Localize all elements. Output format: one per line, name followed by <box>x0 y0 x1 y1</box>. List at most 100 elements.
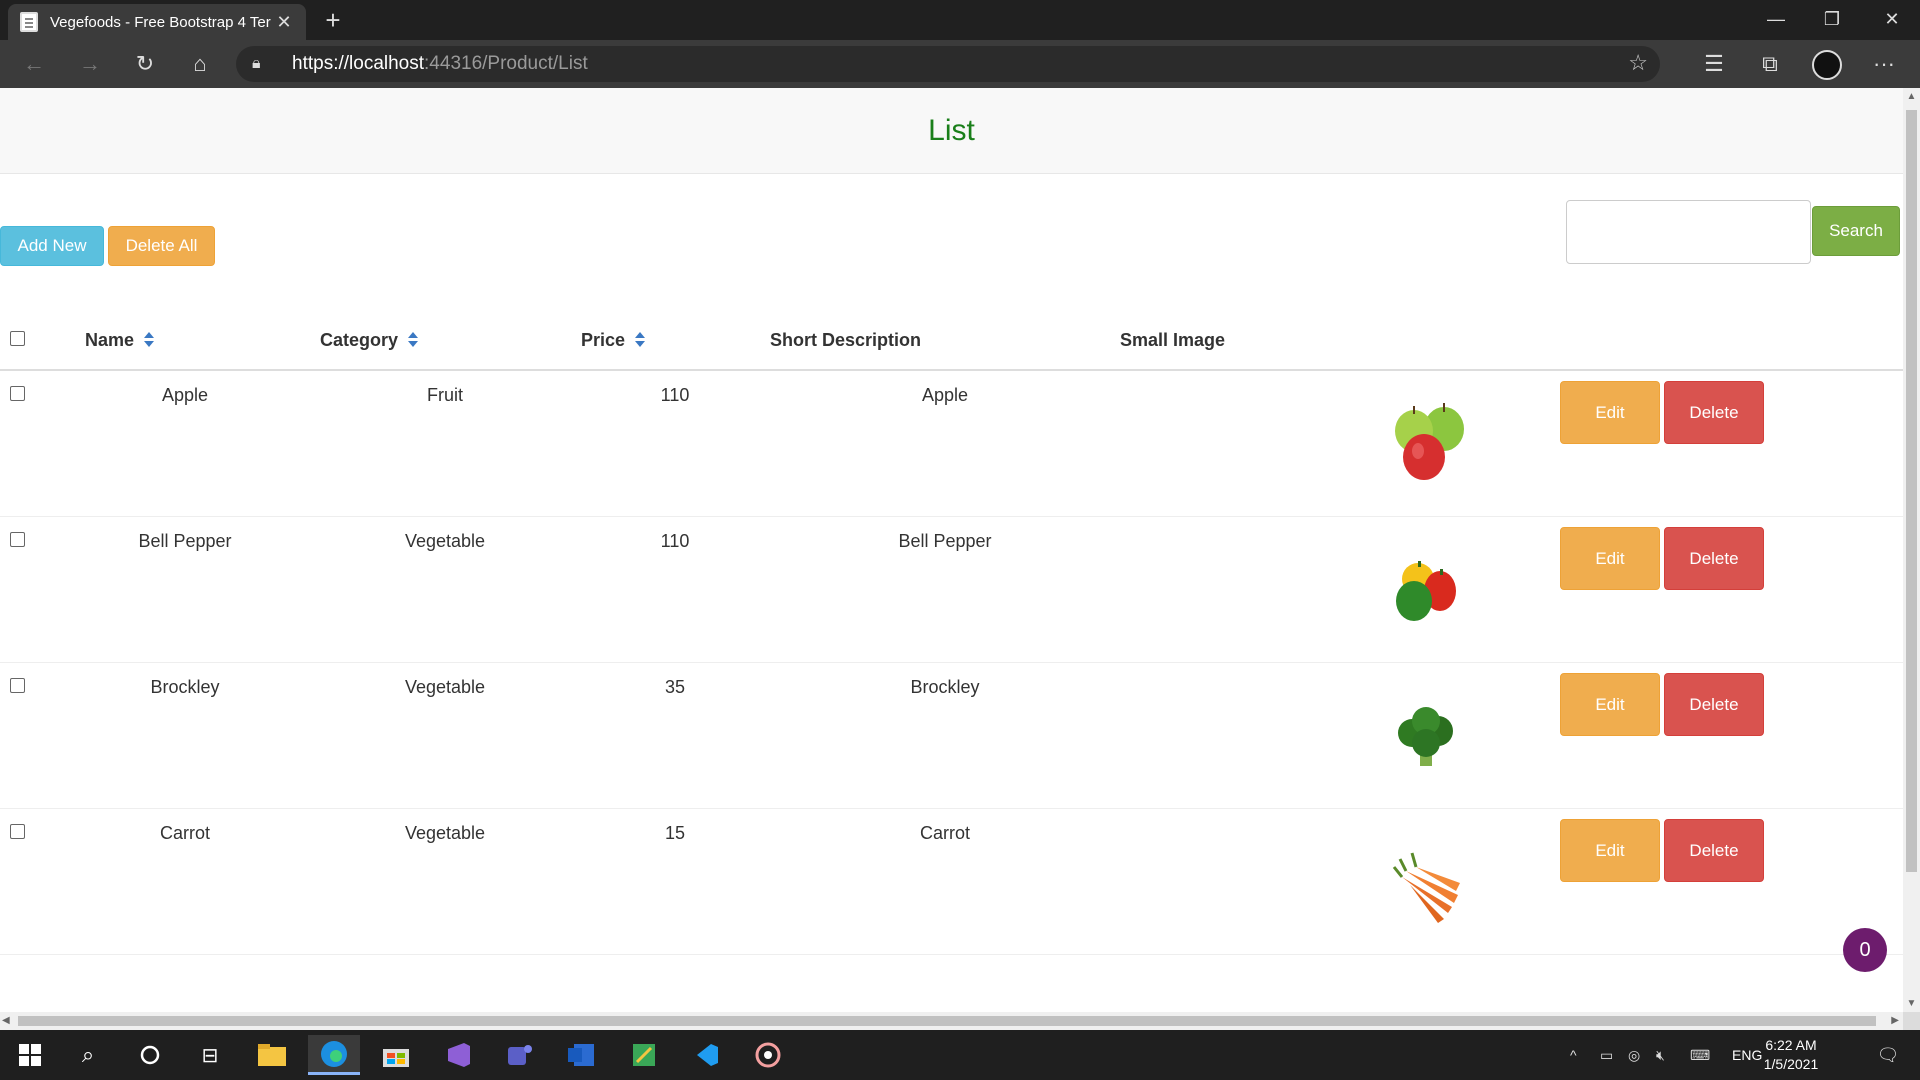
sort-icon[interactable] <box>144 332 155 348</box>
collections-icon[interactable]: ⧉ <box>1752 48 1788 80</box>
browser-tab[interactable]: Vegefoods - Free Bootstrap 4 Ter ✕ <box>8 4 306 40</box>
product-short-description: Bell Pepper <box>770 516 1120 663</box>
search-icon[interactable]: ⌕ <box>62 1035 114 1075</box>
horizontal-scroll-thumb[interactable] <box>18 1016 1876 1026</box>
vertical-scrollbar[interactable]: ▲ ▼ <box>1903 88 1920 1012</box>
favorite-star-icon[interactable]: ☆ <box>1628 50 1648 76</box>
file-explorer-icon[interactable] <box>246 1035 298 1075</box>
table-row: Apple Fruit 110 Apple Edit Delete <box>0 370 1903 517</box>
product-short-description: Carrot <box>770 808 1120 955</box>
forward-icon[interactable]: → <box>72 48 108 80</box>
sort-icon[interactable] <box>408 332 419 348</box>
column-price-header[interactable]: Price <box>580 306 770 371</box>
cortana-icon[interactable] <box>124 1035 176 1075</box>
refresh-icon[interactable]: ↻ <box>127 48 163 80</box>
product-short-description: Apple <box>770 370 1120 517</box>
edit-button[interactable]: Edit <box>1560 526 1660 590</box>
word-icon[interactable] <box>556 1035 608 1075</box>
product-short-description: Brockley <box>770 662 1120 809</box>
delete-button[interactable]: Delete <box>1664 381 1764 444</box>
taskbar-clock[interactable]: 6:22 AM 1/5/2021 <box>1756 1036 1826 1074</box>
windows-taskbar: ⌕ ⊟ ^ ▭ ◎ 🔇︎ ⌨ ENG 6:22 AM 1/5/2021 🗨︎ <box>0 1030 1920 1080</box>
column-short-description-header: Short Description <box>770 306 1120 371</box>
scroll-right-icon[interactable]: ▶ <box>1891 1012 1899 1030</box>
product-price: 110 <box>580 516 770 663</box>
store-icon[interactable] <box>370 1035 422 1075</box>
notifications-icon[interactable]: 🗨︎ <box>1868 1030 1908 1080</box>
row-checkbox[interactable] <box>10 531 25 547</box>
edge-browser-icon[interactable] <box>308 1035 360 1075</box>
product-name: Apple <box>60 370 310 517</box>
vscode-icon[interactable] <box>680 1035 732 1075</box>
page-viewport: List Add New Delete All Search Name Cate… <box>0 88 1920 1030</box>
column-small-image-header: Small Image <box>1120 306 1560 371</box>
close-window-button[interactable]: ✕ <box>1864 0 1920 40</box>
delete-button[interactable]: Delete <box>1664 672 1764 736</box>
network-icon[interactable]: ◎ <box>1628 1030 1640 1080</box>
bell-pepper-image <box>1396 560 1456 621</box>
scroll-down-icon[interactable]: ▼ <box>1903 995 1920 1012</box>
row-checkbox[interactable] <box>10 823 25 839</box>
edit-button[interactable]: Edit <box>1560 381 1660 444</box>
row-checkbox[interactable] <box>10 386 25 401</box>
product-category: Fruit <box>310 370 580 517</box>
vertical-scroll-thumb[interactable] <box>1906 110 1917 872</box>
lock-icon[interactable]: 🔒︎ <box>252 55 278 73</box>
delete-button[interactable]: Delete <box>1664 818 1764 882</box>
row-checkbox[interactable] <box>10 677 25 693</box>
url-text[interactable]: https://localhost:44316/Product/List <box>292 53 588 75</box>
scrollbar-corner <box>1903 1012 1920 1030</box>
close-tab-icon[interactable]: ✕ <box>274 12 294 33</box>
profile-avatar[interactable] <box>1812 50 1842 80</box>
media-player-icon[interactable] <box>742 1035 794 1075</box>
battery-icon[interactable]: ▭ <box>1600 1030 1613 1080</box>
search-button[interactable]: Search <box>1812 206 1900 256</box>
product-price: 110 <box>580 370 770 517</box>
back-icon[interactable]: ← <box>16 48 52 80</box>
delete-all-button[interactable]: Delete All <box>108 226 215 266</box>
apple-image <box>1395 403 1464 480</box>
page-title: List <box>928 114 975 147</box>
edit-button[interactable]: Edit <box>1560 818 1660 882</box>
keyboard-icon[interactable]: ⌨ <box>1690 1030 1710 1080</box>
product-category: Vegetable <box>310 808 580 955</box>
table-row: Carrot Vegetable 15 Carrot Edit Delete <box>0 808 1903 955</box>
home-icon[interactable]: ⌂ <box>182 48 218 80</box>
show-hidden-icons-icon[interactable]: ^ <box>1570 1030 1577 1080</box>
clock-date: 1/5/2021 <box>1763 1056 1819 1072</box>
horizontal-scrollbar[interactable]: ◀ ▶ <box>0 1012 1903 1030</box>
product-name: Bell Pepper <box>60 516 310 663</box>
sort-icon[interactable] <box>635 332 646 348</box>
volume-muted-icon[interactable]: 🔇︎ <box>1656 1030 1665 1080</box>
more-menu-icon[interactable]: ··· <box>1866 48 1902 80</box>
product-price: 15 <box>580 808 770 955</box>
add-new-button[interactable]: Add New <box>0 226 104 266</box>
browser-tabbar: Vegefoods - Free Bootstrap 4 Ter ✕ + — ❐… <box>0 0 1920 40</box>
scroll-left-icon[interactable]: ◀ <box>2 1012 10 1030</box>
product-name: Brockley <box>60 662 310 809</box>
delete-button[interactable]: Delete <box>1664 526 1764 590</box>
windows-start-icon[interactable] <box>4 1035 56 1075</box>
page-header: List <box>0 88 1903 174</box>
select-all-checkbox[interactable] <box>10 331 25 346</box>
clock-time: 6:22 AM <box>1765 1037 1817 1053</box>
column-name-header[interactable]: Name <box>60 306 310 371</box>
product-category: Vegetable <box>310 662 580 809</box>
minimize-button[interactable]: — <box>1748 0 1804 40</box>
favorites-icon[interactable]: ☰ <box>1696 48 1732 80</box>
cart-count-badge[interactable]: 0 <box>1843 928 1887 972</box>
address-bar[interactable]: 🔒︎ https://localhost:44316/Product/List … <box>236 46 1660 82</box>
edit-button[interactable]: Edit <box>1560 672 1660 736</box>
search-input[interactable] <box>1566 200 1811 264</box>
table-header-row: Name Category Price Short Description Sm… <box>0 306 1903 371</box>
product-name: Carrot <box>60 808 310 955</box>
snip-tool-icon[interactable] <box>618 1035 670 1075</box>
new-tab-button[interactable]: + <box>318 4 348 36</box>
teams-icon[interactable] <box>494 1035 546 1075</box>
scroll-up-icon[interactable]: ▲ <box>1903 88 1920 105</box>
column-category-header[interactable]: Category <box>310 306 580 371</box>
visual-studio-icon[interactable] <box>432 1035 484 1075</box>
browser-toolbar: ← → ↻ ⌂ 🔒︎ https://localhost:44316/Produ… <box>0 40 1920 88</box>
restore-button[interactable]: ❐ <box>1804 0 1860 40</box>
task-view-icon[interactable]: ⊟ <box>184 1035 236 1075</box>
